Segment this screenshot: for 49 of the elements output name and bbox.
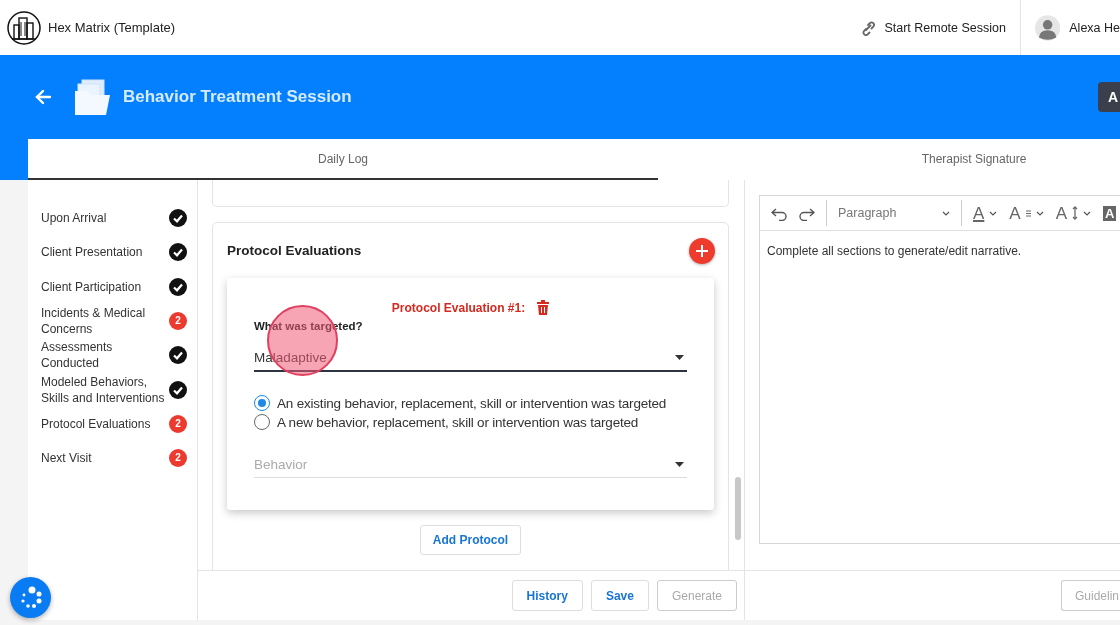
sidebar-item[interactable]: Protocol Evaluations 2 — [28, 406, 197, 442]
lines-icon — [1025, 209, 1031, 217]
sidebar-item[interactable]: Assessments Conducted — [28, 338, 197, 373]
count-badge: 2 — [169, 312, 187, 331]
sidebar-item[interactable]: Modeled Behaviors, Skills and Interventions — [28, 372, 197, 407]
sidebar-item[interactable]: Client Participation — [28, 269, 197, 304]
scrollbar[interactable] — [735, 477, 741, 540]
undo-icon — [771, 205, 787, 221]
editor-text: Complete all sections to generate/edit narrative. — [766, 243, 1023, 260]
narrative-editor[interactable]: Paragraph A A A A Complete all sections to generate/edit narrative. — [759, 195, 1120, 544]
vertical-arrow-icon — [1072, 206, 1079, 220]
dropdown-arrow-icon — [675, 354, 684, 360]
plus-icon — [696, 244, 708, 257]
count-badge: 2 — [169, 414, 187, 433]
evaluation-title: Protocol Evaluation #1: — [391, 300, 526, 315]
folder-icon — [74, 79, 110, 115]
link-icon — [860, 19, 877, 36]
sidebar-item[interactable]: Incidents & Medical Concerns 2 — [28, 303, 197, 339]
add-protocol-button[interactable]: Add Protocol — [419, 525, 522, 555]
delete-button[interactable] — [537, 300, 550, 315]
app-title: Hex Matrix (Template) — [48, 20, 176, 35]
highlight-button[interactable]: A — [1098, 202, 1120, 224]
header-action-button[interactable]: A — [1098, 82, 1120, 112]
line-height-button[interactable]: A — [1050, 201, 1097, 225]
paragraph-select[interactable]: Paragraph — [833, 203, 955, 223]
chevron-down-icon — [1083, 210, 1092, 216]
footer-button[interactable]: Save — [590, 580, 649, 611]
add-button[interactable] — [689, 237, 715, 264]
radio-label[interactable]: An existing behavior, replacement, skill or intervention was targeted — [277, 395, 667, 411]
building-logo-icon — [7, 10, 41, 45]
sidebar-item[interactable]: Upon Arrival — [28, 201, 197, 236]
chevron-down-icon — [942, 210, 950, 216]
font-color-button[interactable]: A — [968, 201, 1003, 225]
footer-button[interactable]: History — [511, 580, 583, 611]
chevron-down-icon — [1035, 210, 1044, 216]
radio-label[interactable]: A new behavior, replacement, skill or intervention was targeted — [277, 414, 639, 430]
back-arrow-icon — [35, 89, 52, 105]
start-remote-session-button[interactable]: Start Remote Session — [843, 0, 1020, 55]
section-title: Protocol Evaluations — [227, 243, 362, 258]
sidebar-item[interactable]: Next Visit 2 — [28, 441, 197, 476]
trash-icon — [537, 300, 550, 315]
page-title: Behavior Treatment Session — [123, 87, 352, 107]
back-button[interactable] — [35, 89, 52, 105]
dropdown-arrow-icon — [675, 462, 684, 467]
user-name[interactable]: Alexa He — [1069, 20, 1120, 35]
chevron-down-icon — [989, 210, 998, 216]
sidebar-item[interactable]: Client Presentation — [28, 235, 197, 270]
count-badge: 2 — [169, 449, 187, 468]
font-size-button[interactable]: A — [1004, 201, 1049, 225]
